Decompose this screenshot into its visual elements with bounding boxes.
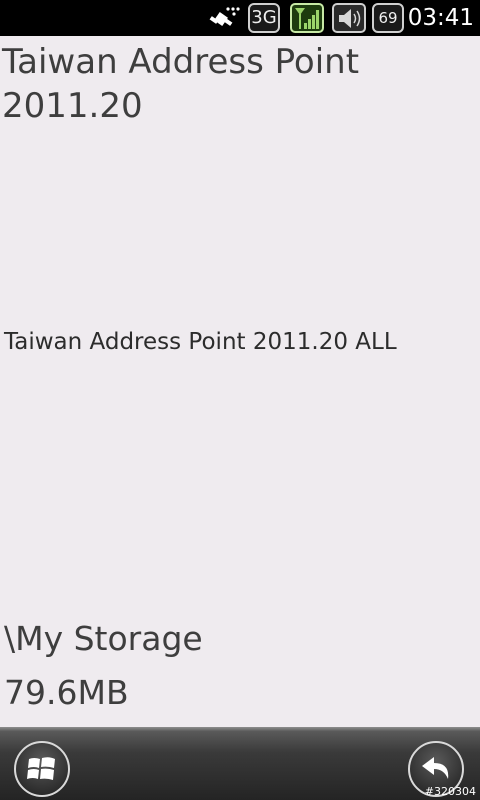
clock: 03:41 <box>407 5 474 31</box>
battery-icon: 69 <box>372 3 404 33</box>
gps-satellite-icon <box>204 3 244 33</box>
bottom-bar: #320304 <box>0 727 480 800</box>
volume-icon <box>332 3 366 33</box>
signal-strength-icon <box>290 3 324 33</box>
network-3g-icon: 3G <box>248 3 280 33</box>
watermark: #320304 <box>424 785 476 798</box>
status-bar: 3G 69 03:41 <box>0 0 480 36</box>
storage-location: \My Storage <box>4 619 203 658</box>
package-name: Taiwan Address Point 2011.20 ALL <box>4 329 397 355</box>
storage-size: 79.6MB <box>4 673 129 712</box>
start-button[interactable] <box>14 741 70 797</box>
page-title: Taiwan Address Point 2011.20 <box>2 42 360 126</box>
